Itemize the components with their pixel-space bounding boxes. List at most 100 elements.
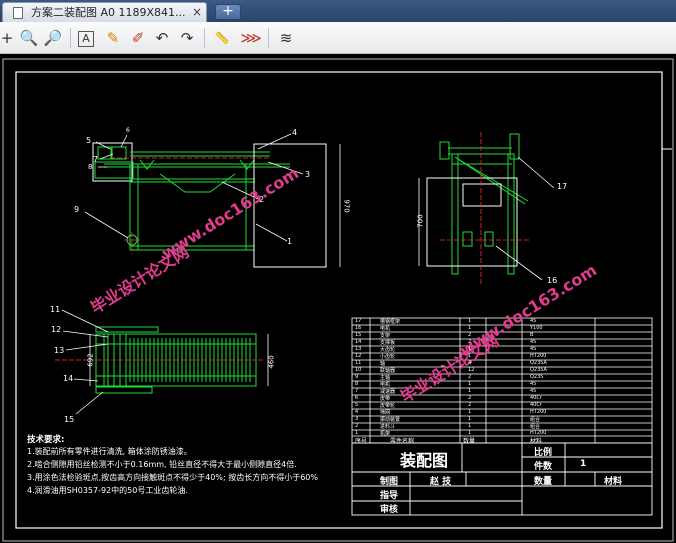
- bom-cell-name: 轴: [380, 360, 386, 367]
- zoom-icon[interactable]: 🔍: [18, 27, 40, 49]
- bom-cell-name: 减速器: [380, 388, 396, 395]
- tab-bar: 方案二装配图 A0 1189X841... × +: [0, 0, 676, 22]
- side-view: [426, 133, 529, 275]
- bom-cell-mat: B: [530, 331, 534, 338]
- part-label-8: 8: [88, 163, 93, 171]
- tab-title: 方案二装配图 A0 1189X841...: [31, 6, 186, 19]
- zoom-fit-icon[interactable]: 🔎: [42, 27, 64, 49]
- dimension-height-front: 970: [342, 199, 351, 213]
- bom-cell-no: 16: [355, 324, 362, 331]
- bom-header-qty: 数量: [463, 438, 476, 445]
- bom-cell-no: 7: [355, 387, 359, 394]
- tech-requirements-title: 技术要求:: [27, 435, 65, 445]
- bom-cell-mat: 45: [530, 317, 537, 324]
- quantity-label: 数量: [534, 477, 553, 487]
- bom-cell-name: 联轴器: [380, 367, 396, 374]
- bom-cell-no: 14: [355, 338, 362, 345]
- drawing-canvas[interactable]: 5 6 7 8 4 3 2 1 9 11 12 13 14 15 16 17 9…: [0, 54, 676, 543]
- part-label-17: 17: [557, 182, 568, 191]
- bom-cell-name: 大齿轮: [380, 346, 396, 353]
- new-tab-button[interactable]: +: [215, 4, 241, 20]
- part-label-11: 11: [50, 305, 61, 314]
- bom-cell-no: 1: [355, 429, 359, 436]
- bom-cell-no: 5: [355, 401, 359, 408]
- bom-cell-no: 17: [355, 317, 362, 324]
- bom-cell-mat: 40Cr: [530, 401, 542, 408]
- bom-cell-qty: 1: [468, 422, 472, 429]
- bom-cell-mat: HT200: [530, 352, 547, 359]
- side-leaders: [418, 156, 555, 281]
- bom-cell-qty: 1: [468, 429, 472, 436]
- bom-cell-no: 11: [355, 359, 362, 366]
- drawing-title: 装配图: [400, 451, 449, 470]
- review-label: 审核: [380, 505, 399, 515]
- bom-cell-no: 6: [355, 394, 359, 401]
- drawn-label: 制图: [380, 477, 399, 487]
- part-label-12: 12: [51, 325, 62, 334]
- bom-cell-mat: Y100: [530, 324, 543, 331]
- bom-cell-qty: 1: [468, 387, 472, 394]
- bom-cell-no: 3: [355, 415, 359, 422]
- bom-cell-name: 支架: [380, 332, 391, 339]
- bom-cell-qty: 2: [468, 394, 472, 401]
- part-label-6: 6: [126, 127, 130, 134]
- bom-cell-mat: 45: [530, 387, 537, 394]
- bom-cell-no: 9: [355, 373, 359, 380]
- scale-label: 比例: [534, 448, 553, 458]
- part-label-9: 9: [74, 205, 80, 214]
- bom-cell-mat: 45: [530, 380, 537, 387]
- bom-cell-no: 8: [355, 380, 359, 387]
- bom-header-no: 序号: [355, 438, 368, 445]
- layers-icon[interactable]: ≋: [275, 27, 297, 49]
- tech-line-4: 4.润滑油用SH0357-92中的50号工业齿轮油.: [27, 486, 188, 495]
- bom-header-name: 零件名称: [390, 438, 415, 445]
- tech-line-3: 3.用涂色法检验斑点,按齿高方向接触斑点不得少于40%; 按齿长方向不得小于60…: [27, 473, 318, 482]
- bom-cell-mat: 45: [530, 338, 537, 345]
- bom-cell-mat: 组合: [530, 416, 541, 423]
- tech-line-1: 1.装配前所有零件进行清洗, 箱体涂防锈油漆。: [27, 447, 192, 456]
- pencil-icon[interactable]: ✎: [102, 27, 124, 49]
- bom-cell-name: 皮带: [380, 395, 391, 402]
- bom-cell-qty: 1: [468, 415, 472, 422]
- text-tool-icon[interactable]: A: [78, 31, 94, 47]
- redo-icon[interactable]: ↷: [176, 27, 198, 49]
- bom-cell-qty: 1: [468, 345, 472, 352]
- bom-cell-no: 2: [355, 422, 359, 429]
- bom-cell-qty: 12: [468, 366, 475, 373]
- bom-cell-name: 电机: [380, 325, 391, 332]
- bom-cell-no: 15: [355, 331, 362, 338]
- bom-cell-name: 支撑板: [380, 339, 396, 346]
- bom-cell-name: 振动装置: [380, 416, 401, 423]
- file-icon: [13, 7, 23, 19]
- bom-cell-mat: Q235A: [530, 366, 547, 373]
- bom-cell-mat: 组合: [530, 423, 541, 430]
- dimension-top-left: 692: [86, 353, 95, 367]
- marker-icon[interactable]: ✐: [127, 27, 149, 49]
- bom-cell-name: 小齿轮: [380, 353, 396, 360]
- tech-line-2: 2.啮合侧隙用铅丝检测不小于0.16mm, 铅丝直径不得大于最小侧隙直径4倍.: [27, 460, 297, 469]
- drawn-name: 赵 技: [430, 477, 452, 487]
- undo-icon[interactable]: ↶: [151, 27, 173, 49]
- bom-cell-name: 主轴: [380, 374, 391, 381]
- part-label-7: 7: [93, 155, 99, 164]
- dimension-height-side: 700: [416, 214, 425, 228]
- bom-cell-mat: 40Cr: [530, 394, 542, 401]
- bom-cell-qty: 1: [468, 408, 472, 415]
- bom-cell-mat: Q235A: [530, 359, 547, 366]
- document-tab[interactable]: 方案二装配图 A0 1189X841... ×: [2, 2, 207, 22]
- part-label-4: 4: [292, 128, 298, 137]
- part-label-13: 13: [54, 346, 65, 355]
- bom-cell-mat: HT200: [530, 408, 547, 415]
- bom-cell-qty: 1: [468, 380, 472, 387]
- bom-cell-no: 13: [355, 345, 362, 352]
- part-label-15: 15: [64, 415, 75, 424]
- bom-cell-qty: 2: [468, 401, 472, 408]
- arrow-markup-icon[interactable]: ⋙: [240, 27, 262, 49]
- measure-icon[interactable]: 📏: [211, 27, 233, 49]
- close-tab-icon[interactable]: ×: [192, 3, 202, 22]
- bom-cell-name: 槽钢框架: [380, 318, 401, 325]
- part-label-3: 3: [305, 170, 311, 179]
- zoom-in-icon[interactable]: +: [0, 27, 18, 49]
- bom-cell-qty: 2: [468, 331, 472, 338]
- bom-cell-name: 皮带轮: [380, 402, 396, 409]
